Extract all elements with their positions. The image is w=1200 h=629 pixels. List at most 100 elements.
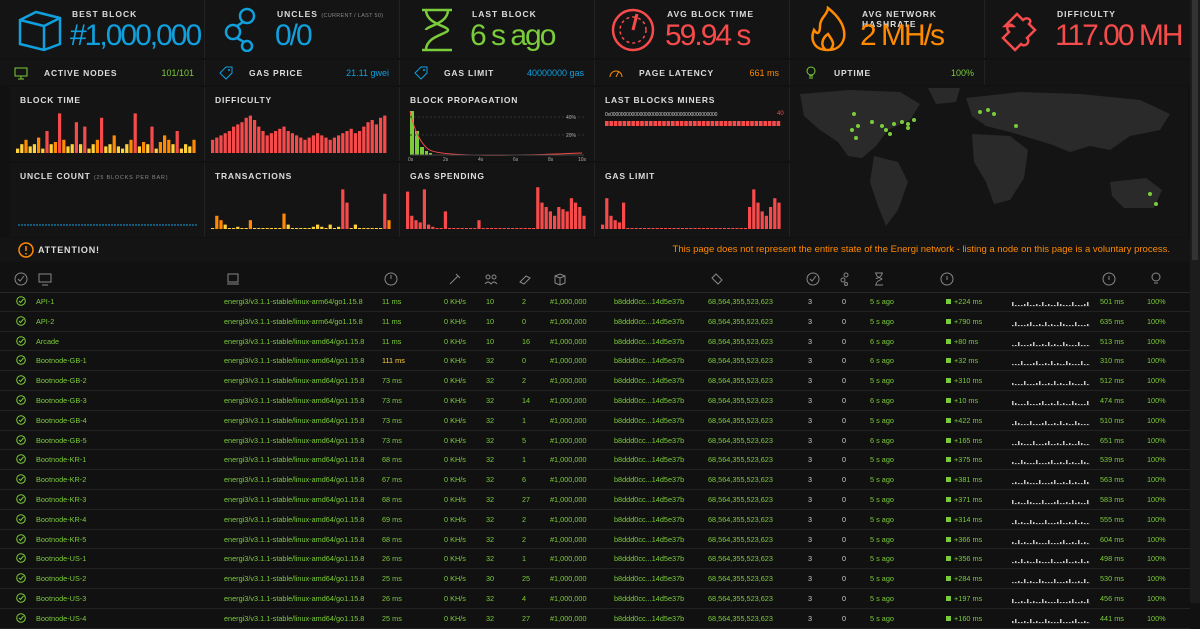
gas-spending-chart: GAS SPENDING	[400, 163, 595, 237]
chart-bar	[299, 137, 303, 153]
miner-block	[688, 121, 693, 126]
node-uncles: 3	[808, 534, 813, 544]
table-row[interactable]: Bootnode-GB-1 energi3/v3.1.1-stable/linux…	[0, 351, 1190, 372]
table-row[interactable]: Bootnode-KR-2 energi3/v3.1.1-stable/linux…	[0, 470, 1190, 490]
uncles-column-icon[interactable]	[806, 272, 820, 286]
chart-bar	[701, 228, 705, 229]
scrollbar-thumb[interactable]	[1192, 0, 1198, 260]
node-status-icon	[16, 454, 26, 465]
chart-bar	[532, 228, 536, 229]
table-row[interactable]: API-2 energi3/v3.1.1-stable/linux-arm64/g…	[0, 312, 1190, 332]
node-last: 5 s ago	[870, 593, 894, 603]
table-row[interactable]: Bootnode-GB-3 energi3/v3.1.1-stable/linux…	[0, 391, 1190, 411]
page-scrollbar[interactable]	[1190, 0, 1200, 603]
table-row[interactable]: Bootnode-KR-5 energi3/v3.1.1-stable/linux…	[0, 530, 1190, 550]
node-status-icon	[16, 395, 26, 405]
node-hashrate: 0 KH/s	[444, 415, 466, 425]
node-hashrate: 0 KH/s	[444, 376, 466, 386]
peers-column-icon[interactable]	[484, 272, 498, 286]
avg-propagation-column-icon[interactable]	[1102, 272, 1116, 286]
tx-column-icon[interactable]	[838, 272, 852, 286]
transactions-chart: TRANSACTIONS	[205, 163, 400, 237]
node-uptime: 100%	[1147, 554, 1166, 564]
node-hashrate: 0 KH/s	[444, 475, 466, 485]
prop-tick: 6s	[513, 157, 519, 161]
chart-bar	[223, 224, 227, 229]
last-block-panel: LAST BLOCK 6 s ago	[400, 0, 595, 58]
node-avg: 651 ms	[1100, 435, 1124, 445]
chart-bar	[561, 209, 565, 229]
hashrate-column-icon[interactable]	[448, 272, 462, 286]
chart-bar	[601, 224, 605, 229]
node-world-map[interactable]	[790, 86, 1188, 237]
node-pending: 0	[522, 316, 527, 326]
node-hashrate: 0 KH/s	[444, 613, 466, 623]
node-hash: b8ddd0cc...14d5e37b	[614, 376, 685, 386]
chart-bar	[341, 133, 345, 153]
node-avg: 510 ms	[1100, 415, 1124, 425]
node-last: 5 s ago	[870, 316, 894, 326]
chart-bar	[452, 228, 456, 229]
table-row[interactable]: Bootnode-GB-2 energi3/v3.1.1-stable/linux…	[0, 371, 1190, 391]
node-last: 5 s ago	[870, 455, 894, 465]
prop-tick: 0s	[408, 157, 414, 161]
node-propagation-sparkline	[1012, 374, 1090, 388]
latency-column-icon[interactable]	[384, 272, 398, 286]
table-row[interactable]: Bootnode-US-2 energi3/v3.1.1-stable/linux…	[0, 569, 1190, 589]
propagation-column-icon[interactable]	[940, 272, 954, 286]
pending-column-icon[interactable]	[518, 272, 532, 286]
node-status-icon	[16, 315, 26, 326]
table-row[interactable]: Arcade energi3/v3.1.1-stable/linux-amd64/…	[0, 332, 1190, 352]
table-row[interactable]: Bootnode-KR-1 energi3/v3.1.1-stable/linux…	[0, 450, 1190, 471]
uptime-column-icon[interactable]	[1149, 272, 1163, 286]
chart-bar	[422, 189, 426, 229]
miner-block	[622, 121, 627, 126]
chart-bar	[676, 228, 680, 229]
table-row[interactable]: Bootnode-US-3 energi3/v3.1.1-stable/linux…	[0, 589, 1190, 609]
chart-bar	[158, 142, 162, 153]
chart-bar	[112, 135, 116, 153]
table-row[interactable]: Bootnode-US-1 energi3/v3.1.1-stable/linux…	[0, 549, 1190, 570]
chart-bar	[613, 220, 617, 229]
chart-bar	[498, 228, 502, 229]
node-peers: 10	[486, 336, 495, 346]
node-client: energi3/v3.1.1-stable/linux-amd64/go1.15…	[224, 356, 365, 366]
block-column-icon[interactable]	[553, 272, 567, 286]
node-name-column-icon[interactable]	[38, 272, 52, 286]
table-row[interactable]: Bootnode-GB-4 energi3/v3.1.1-stable/linux…	[0, 411, 1190, 431]
chart-bar	[215, 137, 219, 153]
chart-bar	[540, 202, 544, 229]
miner-block	[706, 121, 710, 126]
gas-limit-chart: GAS LIMIT	[595, 163, 790, 237]
chart-bar	[773, 198, 777, 229]
chart-bar	[494, 228, 498, 229]
node-uptime: 100%	[1147, 336, 1166, 346]
chart-bar	[353, 133, 357, 153]
table-row[interactable]: Bootnode-GB-5 energi3/v3.1.1-stable/linux…	[0, 431, 1190, 451]
miner-block	[723, 121, 728, 126]
difficulty-column-icon[interactable]	[710, 272, 724, 286]
last-block-column-icon[interactable]	[872, 272, 886, 286]
chart-bar	[647, 228, 651, 229]
table-row[interactable]: API-1 energi3/v3.1.1-stable/linux-arm64/g…	[0, 292, 1190, 312]
chart-bar	[265, 228, 269, 229]
chart-bar	[464, 228, 468, 229]
chart-bar	[66, 146, 70, 153]
node-name: Bootnode-GB-4	[36, 415, 87, 425]
table-row[interactable]: Bootnode-US-4 energi3/v3.1.1-stable/linux…	[0, 609, 1190, 629]
gauge-icon	[611, 8, 655, 52]
chart-bar	[248, 115, 252, 153]
chart-bar	[477, 220, 481, 229]
node-pending: 14	[522, 395, 531, 405]
chart-bar	[49, 144, 53, 153]
chart-bar	[269, 133, 273, 153]
node-uncles: 3	[808, 514, 813, 524]
chart-bar	[485, 228, 489, 229]
status-column-icon[interactable]	[14, 272, 28, 286]
chart-bar	[282, 126, 286, 153]
chart-bar	[240, 122, 244, 153]
table-row[interactable]: Bootnode-KR-4 energi3/v3.1.1-stable/linux…	[0, 510, 1190, 530]
gas-spending-bars	[406, 187, 586, 229]
node-type-column-icon[interactable]	[226, 272, 240, 286]
table-row[interactable]: Bootnode-KR-3 energi3/v3.1.1-stable/linux…	[0, 490, 1190, 510]
